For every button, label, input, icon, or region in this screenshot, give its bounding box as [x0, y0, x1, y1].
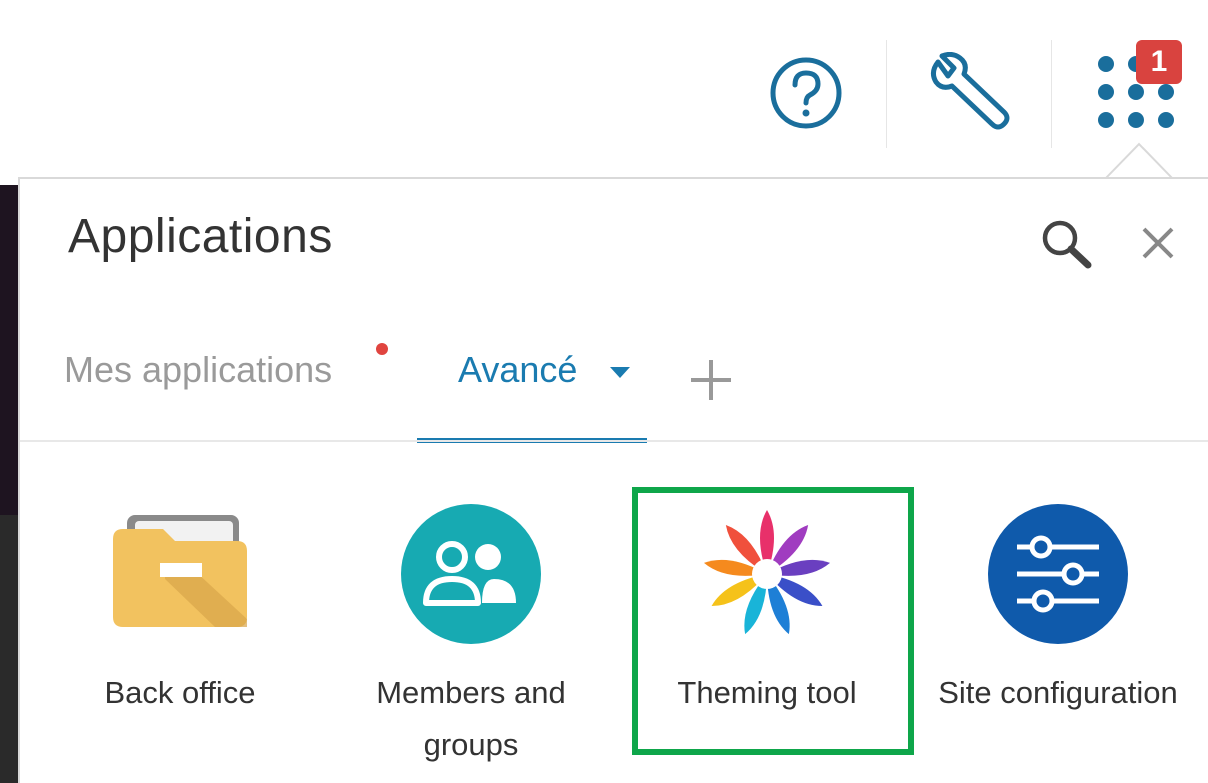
tab-mes-applications[interactable]: Mes applications [64, 349, 332, 391]
tabs-divider [20, 440, 1208, 442]
panel-pointer [1104, 142, 1174, 180]
unread-dot [376, 343, 388, 355]
folder-icon [113, 515, 247, 627]
panel-title: Applications [68, 210, 333, 263]
app-label: Back office [104, 675, 256, 710]
app-members-and-groups[interactable]: Members and groups [348, 499, 594, 771]
top-toolbar: 1 [0, 0, 1208, 175]
flower-icon [703, 510, 831, 635]
app-label: Site configuration [938, 675, 1178, 710]
wrench-icon[interactable] [926, 52, 1012, 132]
chevron-down-icon[interactable] [610, 367, 630, 378]
toolbar-divider [1051, 40, 1052, 148]
users-icon [401, 504, 541, 644]
app-label: Members and groups [376, 675, 566, 762]
background-edge [0, 185, 18, 783]
sliders-icon [988, 504, 1128, 644]
applications-panel: Applications Mes applications Avancé Bac… [18, 177, 1208, 783]
search-icon[interactable] [1038, 217, 1098, 269]
tab-bar: Mes applications Avancé [20, 319, 1208, 443]
tab-avance[interactable]: Avancé [458, 349, 577, 391]
plus-icon[interactable] [688, 357, 734, 403]
close-icon[interactable] [1138, 223, 1178, 263]
notification-badge: 1 [1136, 40, 1182, 84]
app-theming-tool[interactable]: Theming tool [632, 499, 902, 719]
app-back-office[interactable]: Back office [62, 499, 298, 719]
toolbar-divider [886, 40, 887, 148]
help-circle-icon[interactable] [768, 55, 844, 131]
app-label: Theming tool [677, 675, 857, 710]
app-site-configuration[interactable]: Site configuration [918, 499, 1198, 719]
